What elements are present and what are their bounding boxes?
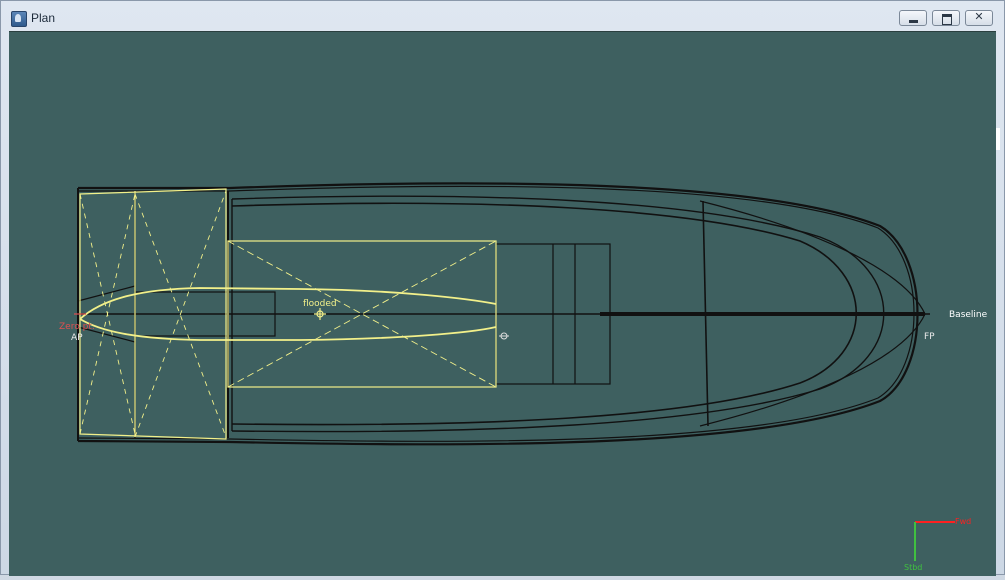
minimize-button[interactable] — [899, 10, 927, 26]
title-bar[interactable]: Plan — [1, 1, 1004, 31]
window-title: Plan — [31, 11, 56, 25]
axis-stbd-label: Stbd — [904, 563, 922, 572]
fp-label: FP — [924, 332, 935, 342]
maximize-button[interactable] — [932, 10, 960, 26]
app-icon — [11, 11, 27, 27]
zero-point-label: Zero pt. — [59, 322, 95, 332]
baseline-label: Baseline — [949, 310, 988, 320]
close-button[interactable] — [965, 10, 993, 26]
plan-view-canvas[interactable]: flooded Zero pt. AP FP Baseline Fwd Stbd — [9, 31, 996, 576]
ap-label: AP — [71, 333, 83, 343]
axis-fwd-label: Fwd — [955, 517, 971, 526]
hull-plan-drawing: flooded Zero pt. AP FP Baseline Fwd Stbd — [59, 182, 988, 572]
flooded-label: flooded — [303, 299, 337, 309]
scroll-indicator[interactable] — [996, 128, 1000, 150]
